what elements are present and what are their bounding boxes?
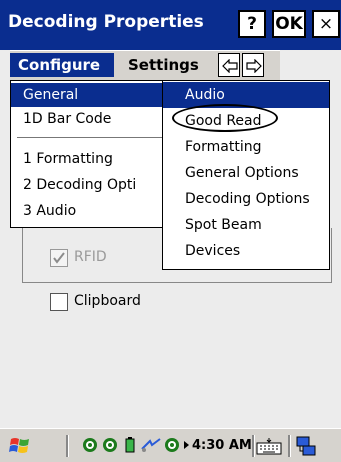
checkmark-icon [53,252,65,264]
windows-start-icon[interactable] [8,435,32,457]
settings-item-decoding-options[interactable]: Decoding Options [163,186,329,212]
configure-item-formatting[interactable]: 1 Formatting [11,147,171,171]
scroll-left-button[interactable] [218,53,240,77]
ok-button[interactable]: OK [272,10,306,38]
settings-item-formatting[interactable]: Formatting [163,134,329,160]
taskbar-separator [252,435,255,457]
window-title: Decoding Properties [8,12,204,32]
settings-item-devices[interactable]: Devices [163,238,329,264]
clipboard-label: Clipboard [74,293,141,309]
configure-item-audio[interactable]: 3 Audio [11,199,171,223]
scroll-right-button[interactable] [242,53,264,77]
taskbar-separator [288,435,291,457]
keyboard-icon[interactable] [256,437,282,455]
good-read-highlight-oval [172,104,278,132]
sync-icon[interactable] [82,437,98,453]
arrow-right-icon [246,59,262,73]
configure-dropdown: General 1D Bar Code 1 Formatting 2 Decod… [10,80,172,228]
title-bar: Decoding Properties ? OK × [0,0,341,50]
help-button[interactable]: ? [238,10,266,38]
device-screen: Decoding Properties ? OK × Configure Set… [0,0,341,462]
clock[interactable]: 4:30 AM [192,438,252,453]
rfid-label: RFID [74,249,107,265]
sync-icon[interactable] [102,437,118,453]
taskbar: 4:30 AM [0,428,341,462]
menu-settings[interactable]: Settings [120,53,216,77]
settings-item-general-options[interactable]: General Options [163,160,329,186]
menu-separator [17,137,165,138]
configure-item-general[interactable]: General [11,83,171,107]
sync-icon[interactable] [164,437,180,453]
arrow-left-icon [222,59,238,73]
rfid-checkbox[interactable] [50,249,68,267]
configure-item-decoding-options[interactable]: 2 Decoding Opti [11,173,171,197]
tray-expand-icon[interactable] [183,437,191,453]
clipboard-checkbox[interactable] [50,293,68,311]
menu-configure[interactable]: Configure [10,53,114,77]
settings-item-spot-beam[interactable]: Spot Beam [163,212,329,238]
menu-bar: Configure Settings [10,50,280,81]
configure-item-1d-bar-code[interactable]: 1D Bar Code [11,107,171,131]
wireless-icon[interactable] [140,437,162,453]
network-icon[interactable] [296,435,316,457]
close-button[interactable]: × [312,10,340,38]
taskbar-separator [66,435,69,457]
battery-icon[interactable] [122,437,138,453]
settings-item-audio[interactable]: Audio [163,82,329,108]
